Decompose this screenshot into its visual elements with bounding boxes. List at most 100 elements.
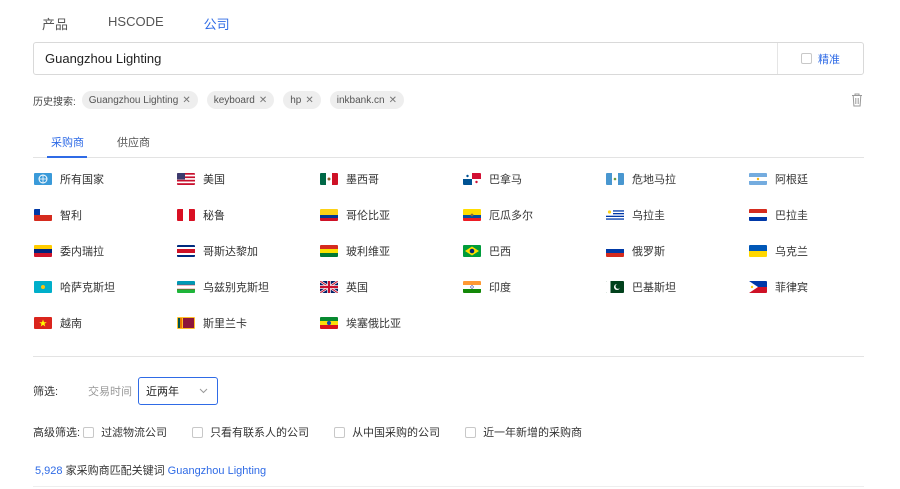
flag-py-icon bbox=[749, 209, 767, 221]
country-ph[interactable]: 菲律宾 bbox=[749, 279, 808, 295]
chevron-down-icon bbox=[199, 388, 208, 394]
tab-suppliers[interactable]: 供应商 bbox=[117, 134, 150, 150]
flag-cr-icon bbox=[177, 245, 195, 257]
flag-pk-icon bbox=[606, 281, 624, 293]
history-chip-label: keyboard bbox=[213, 94, 255, 106]
result-text: 家采购商匹配关键词 bbox=[65, 465, 165, 477]
close-icon[interactable]: ✕ bbox=[259, 95, 267, 106]
country-label: 乌兹别克斯坦 bbox=[203, 282, 269, 294]
country-uz[interactable]: 乌兹别克斯坦 bbox=[177, 279, 269, 295]
country-label: 所有国家 bbox=[60, 174, 104, 186]
country-br[interactable]: 巴西 bbox=[463, 243, 511, 259]
country-ec[interactable]: 厄瓜多尔 bbox=[463, 207, 533, 223]
filter-exclude-logistics[interactable]: 过滤物流公司 bbox=[83, 424, 167, 440]
history-chip-label: Guangzhou Lighting bbox=[88, 94, 179, 106]
flag-us-icon bbox=[177, 173, 195, 185]
flag-kz-icon bbox=[34, 281, 52, 293]
flag-mx-icon bbox=[320, 173, 338, 185]
checkbox[interactable] bbox=[83, 426, 95, 438]
country-ve[interactable]: 委内瑞拉 bbox=[34, 243, 104, 259]
filter-new-buyers[interactable]: 近一年新增的采购商 bbox=[465, 424, 582, 440]
flag-pe-icon bbox=[177, 209, 195, 221]
search-input[interactable] bbox=[34, 43, 777, 74]
exact-match-checkbox[interactable] bbox=[801, 53, 812, 64]
filter-has-contacts[interactable]: 只看有联系人的公司 bbox=[192, 424, 309, 440]
filter-buys-from-china[interactable]: 从中国采购的公司 bbox=[334, 424, 440, 440]
country-gb[interactable]: 英国 bbox=[320, 279, 368, 295]
country-label: 危地马拉 bbox=[632, 174, 676, 186]
tab-hscode[interactable]: HSCODE bbox=[108, 14, 164, 33]
country-label: 埃塞俄比亚 bbox=[346, 318, 401, 330]
flag-gt-icon bbox=[606, 173, 624, 185]
country-ru[interactable]: 俄罗斯 bbox=[606, 243, 665, 259]
close-icon[interactable]: ✕ bbox=[305, 95, 313, 106]
option-label: 从中国采购的公司 bbox=[352, 427, 441, 439]
flag-uz-icon bbox=[177, 281, 195, 293]
option-label: 近一年新增的采购商 bbox=[483, 427, 583, 439]
country-cl[interactable]: 智利 bbox=[34, 207, 82, 223]
exact-match-toggle[interactable]: 精准 bbox=[777, 43, 863, 74]
country-vn[interactable]: 越南 bbox=[34, 315, 82, 331]
close-icon[interactable]: ✕ bbox=[182, 95, 190, 106]
country-label: 智利 bbox=[60, 210, 82, 222]
country-mx[interactable]: 墨西哥 bbox=[320, 171, 379, 187]
country-lk[interactable]: 斯里兰卡 bbox=[177, 315, 247, 331]
trade-time-select[interactable]: 近两年 bbox=[138, 377, 218, 405]
history-chip[interactable]: keyboard ✕ bbox=[206, 91, 275, 109]
country-ar[interactable]: 阿根廷 bbox=[749, 171, 808, 187]
history-chip[interactable]: inkbank.cn ✕ bbox=[329, 91, 404, 109]
flag-ve-icon bbox=[34, 245, 52, 257]
history-chip-label: inkbank.cn bbox=[336, 94, 385, 106]
country-label: 哥斯达黎加 bbox=[203, 246, 258, 258]
flag-ar-icon bbox=[749, 173, 767, 185]
trash-icon[interactable] bbox=[850, 92, 864, 108]
tab-buyers[interactable]: 采购商 bbox=[51, 134, 84, 150]
country-uy[interactable]: 乌拉圭 bbox=[606, 207, 665, 223]
flag-br-icon bbox=[463, 245, 481, 257]
checkbox[interactable] bbox=[192, 426, 204, 438]
history-chip[interactable]: hp ✕ bbox=[283, 91, 321, 109]
country-pk[interactable]: 巴基斯坦 bbox=[606, 279, 676, 295]
country-label: 玻利维亚 bbox=[346, 246, 390, 258]
flag-bo-icon bbox=[320, 245, 338, 257]
country-label: 哥伦比亚 bbox=[346, 210, 390, 222]
flag-ph-icon bbox=[749, 281, 767, 293]
country-pa[interactable]: 巴拿马 bbox=[463, 171, 522, 187]
country-cr[interactable]: 哥斯达黎加 bbox=[177, 243, 258, 259]
country-pe[interactable]: 秘鲁 bbox=[177, 207, 225, 223]
flag-ru-icon bbox=[606, 245, 624, 257]
country-label: 越南 bbox=[60, 318, 82, 330]
flag-uy-icon bbox=[606, 209, 624, 221]
checkbox[interactable] bbox=[334, 426, 346, 438]
result-keyword: Guangzhou Lighting bbox=[167, 465, 267, 477]
option-label: 过滤物流公司 bbox=[101, 427, 168, 439]
filter-label: 筛选: bbox=[33, 386, 59, 398]
country-label: 墨西哥 bbox=[346, 174, 379, 186]
tab-company[interactable]: 公司 bbox=[204, 14, 230, 33]
country-all[interactable]: 所有国家 bbox=[34, 171, 104, 187]
advanced-filters: 高级筛选: 过滤物流公司 只看有联系人的公司 从中国采购的公司 近一年新增的采购… bbox=[33, 424, 607, 440]
advanced-filter-label: 高级筛选: bbox=[33, 427, 81, 439]
flag-vn-icon bbox=[34, 317, 52, 329]
search-box: 精准 bbox=[33, 42, 864, 75]
country-ua[interactable]: 乌克兰 bbox=[749, 243, 808, 259]
country-label: 乌克兰 bbox=[775, 246, 808, 258]
flag-in-icon bbox=[463, 281, 481, 293]
checkbox[interactable] bbox=[465, 426, 477, 438]
country-in[interactable]: 印度 bbox=[463, 279, 511, 295]
role-tabs: 采购商 供应商 bbox=[33, 128, 864, 158]
country-gt[interactable]: 危地马拉 bbox=[606, 171, 676, 187]
country-co[interactable]: 哥伦比亚 bbox=[320, 207, 390, 223]
country-us[interactable]: 美国 bbox=[177, 171, 225, 187]
country-py[interactable]: 巴拉圭 bbox=[749, 207, 808, 223]
country-kz[interactable]: 哈萨克斯坦 bbox=[34, 279, 115, 295]
country-et[interactable]: 埃塞俄比亚 bbox=[320, 315, 401, 331]
divider bbox=[33, 486, 864, 487]
flag-co-icon bbox=[320, 209, 338, 221]
close-icon[interactable]: ✕ bbox=[389, 95, 397, 106]
country-label: 阿根廷 bbox=[775, 174, 808, 186]
country-label: 印度 bbox=[489, 282, 511, 294]
country-bo[interactable]: 玻利维亚 bbox=[320, 243, 390, 259]
history-chip[interactable]: Guangzhou Lighting ✕ bbox=[81, 91, 198, 109]
tab-product[interactable]: 产品 bbox=[42, 14, 68, 33]
